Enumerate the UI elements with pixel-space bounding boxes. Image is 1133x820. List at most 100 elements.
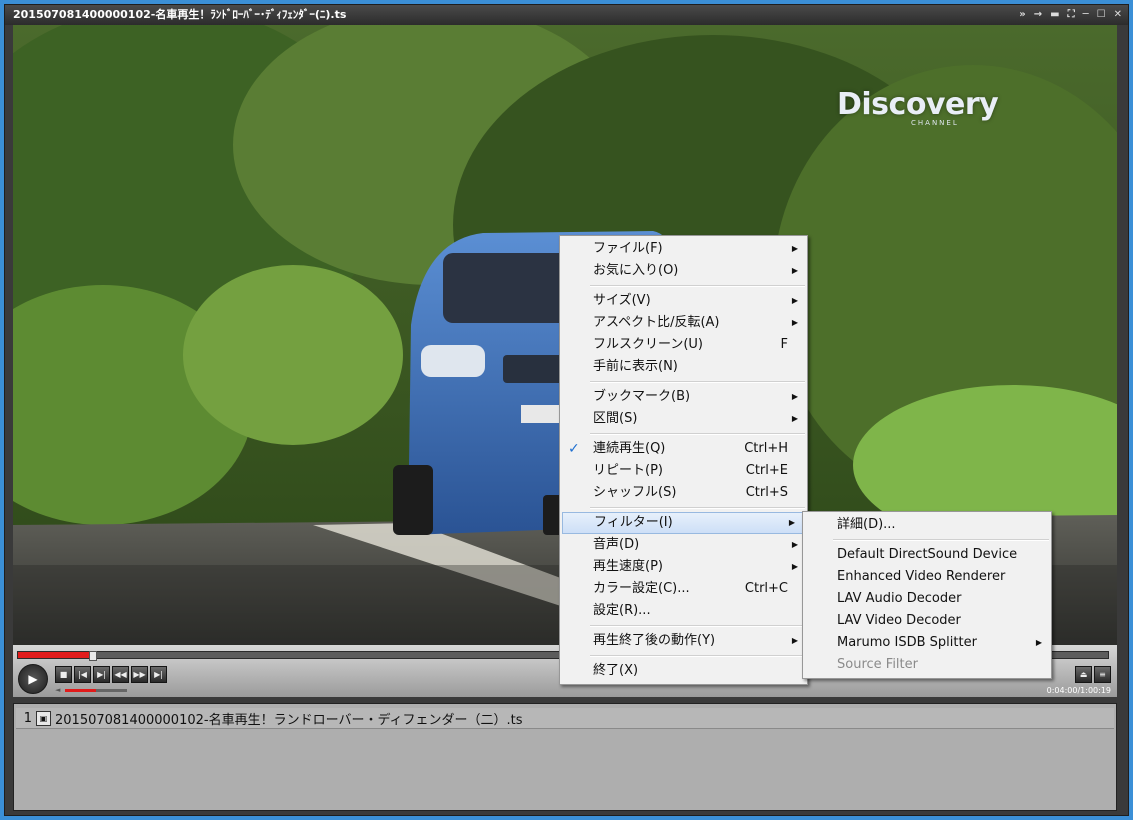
minimize-icon[interactable]: ─ [1083,5,1089,25]
submenu-item-label: Source Filter [837,657,918,672]
submenu-arrow-icon: ▶ [791,540,798,549]
menu-item[interactable]: 設定(R)... [560,600,807,622]
shortcut-label: F [780,337,788,352]
menu-item[interactable]: カラー設定(C)... Ctrl+C [560,578,807,600]
menu-item-label: 設定(R)... [593,603,651,618]
submenu-arrow-icon: ▶ [791,244,798,253]
channel-logo-sub: CHANNEL [911,119,959,127]
menu-item[interactable]: ✓ 連続再生(Q) Ctrl+H [560,438,807,460]
menu-item[interactable]: 再生速度(P) ▶ [560,556,807,578]
fast-forward-button[interactable]: ▶▶ [131,666,148,683]
menu-item[interactable]: アスペクト比/反転(A) ▶ [560,312,807,334]
submenu-arrow-icon: ▶ [791,636,798,645]
submenu-arrow-icon: ▶ [791,296,798,305]
window-title: 201507081400000102-名車再生！ﾗﾝﾄﾞﾛｰﾊﾞｰ･ﾃﾞｨﾌｪﾝ… [13,8,347,21]
submenu-arrow-icon: ▶ [791,266,798,275]
menu-item[interactable]: ファイル(F) ▶ [560,238,807,260]
submenu-item[interactable]: 詳細(D)... [803,514,1051,536]
video-file-icon: ▣ [36,710,51,726]
submenu-item[interactable]: LAV Video Decoder [803,610,1051,632]
arrow-icon[interactable]: → [1034,5,1042,25]
submenu-arrow-icon: ▶ [791,562,798,571]
close-icon[interactable]: ✕ [1114,5,1122,25]
shortcut-label: Ctrl+H [744,441,788,456]
menu-separator [590,381,805,383]
submenu-item[interactable]: Enhanced Video Renderer [803,566,1051,588]
menu-item-label: 再生終了後の動作(Y) [593,633,716,648]
time-display: 0:04:00/1:00:19 [1046,686,1111,695]
menu-item[interactable]: リピート(P) Ctrl+E [560,460,807,482]
menu-item[interactable]: 区間(S) ▶ [560,408,807,430]
menu-item[interactable]: 音声(D) ▶ [560,534,807,556]
menu-item-label: 手前に表示(N) [593,359,678,374]
transport-buttons: ■ |◀ ▶| ◀◀ ▶▶ ▶| [55,666,167,683]
menu-separator [590,625,805,627]
submenu-arrow-icon: ▶ [1035,638,1042,647]
submenu-item[interactable]: LAV Audio Decoder [803,588,1051,610]
menu-item-label: 音声(D) [593,537,640,552]
play-button[interactable]: ▶ [18,664,48,694]
volume-slider[interactable] [65,689,127,692]
playlist-item-number: 1 [23,710,32,726]
frame-step-button[interactable]: ▶| [150,666,167,683]
expand-icon[interactable]: » [1019,5,1025,25]
menu-item[interactable]: 終了(X) [560,660,807,682]
menu-item[interactable]: 再生終了後の動作(Y) ▶ [560,630,807,652]
menu-item-label: リピート(P) [593,463,663,478]
maximize-icon[interactable]: ☐ [1097,5,1106,25]
eject-button[interactable]: ⏏ [1075,666,1092,683]
submenu-item: Source Filter [803,654,1051,676]
menu-item-label: シャッフル(S) [593,485,677,500]
menu-item-label: アスペクト比/反転(A) [593,315,720,330]
next-button[interactable]: ▶| [93,666,110,683]
playlist: 1 ▣ 201507081400000102-名車再生！ランドローバー・ディフェ… [13,703,1117,811]
submenu-arrow-icon: ▶ [791,414,798,423]
menu-separator [833,539,1049,541]
check-icon: ✓ [568,441,580,457]
menu-separator [590,285,805,287]
menu-item-label: 終了(X) [593,663,639,678]
submenu-item-label: Default DirectSound Device [837,547,1018,562]
menu-item-label: サイズ(V) [593,293,651,308]
window-controls: » → ▬ ⛶ ─ ☐ ✕ [1019,5,1122,25]
volume-level [65,689,96,692]
title-bar[interactable]: 201507081400000102-名車再生！ﾗﾝﾄﾞﾛｰﾊﾞｰ･ﾃﾞｨﾌｪﾝ… [5,5,1128,25]
previous-button[interactable]: |◀ [74,666,91,683]
seek-knob[interactable] [88,651,97,661]
right-buttons: ⏏ ≡ [1075,666,1111,683]
menu-item-label: フィルター(I) [594,515,673,530]
submenu-arrow-icon: ▶ [791,318,798,327]
menu-item[interactable]: シャッフル(S) Ctrl+S [560,482,807,504]
playlist-toggle-button[interactable]: ≡ [1094,666,1111,683]
submenu-item-label: LAV Video Decoder [837,613,961,628]
pin-icon[interactable]: ▬ [1050,5,1059,25]
rewind-button[interactable]: ◀◀ [112,666,129,683]
submenu-item-label: Marumo ISDB Splitter [837,635,977,650]
menu-item-label: ブックマーク(B) [593,389,691,404]
submenu-item-label: 詳細(D)... [837,517,896,532]
filter-submenu: 詳細(D)... Default DirectSound Device Enhanc… [802,511,1052,679]
submenu-arrow-icon: ▶ [791,392,798,401]
menu-item[interactable]: お気に入り(O) ▶ [560,260,807,282]
submenu-arrow-icon: ▶ [788,518,795,527]
submenu-item[interactable]: Marumo ISDB Splitter ▶ [803,632,1051,654]
submenu-item[interactable]: Default DirectSound Device [803,544,1051,566]
playlist-item[interactable]: 1 ▣ 201507081400000102-名車再生！ランドローバー・ディフェ… [16,708,1114,729]
menu-item[interactable]: フィルター(I) ▶ [562,512,805,534]
menu-item[interactable]: フルスクリーン(U) F [560,334,807,356]
menu-item[interactable]: サイズ(V) ▶ [560,290,807,312]
play-icon: ▶ [28,672,38,686]
seek-progress [18,652,89,658]
menu-separator [590,655,805,657]
menu-item-label: 区間(S) [593,411,638,426]
menu-item[interactable]: 手前に表示(N) [560,356,807,378]
menu-item-label: 連続再生(Q) [593,441,666,456]
submenu-item-label: Enhanced Video Renderer [837,569,1006,584]
stop-button[interactable]: ■ [55,666,72,683]
menu-item-label: ファイル(F) [593,241,663,256]
menu-item-label: 再生速度(P) [593,559,663,574]
channel-logo: Discovery [837,87,999,122]
menu-item-label: カラー設定(C)... [593,581,690,596]
fullscreen-icon[interactable]: ⛶ [1068,5,1075,25]
menu-item[interactable]: ブックマーク(B) ▶ [560,386,807,408]
